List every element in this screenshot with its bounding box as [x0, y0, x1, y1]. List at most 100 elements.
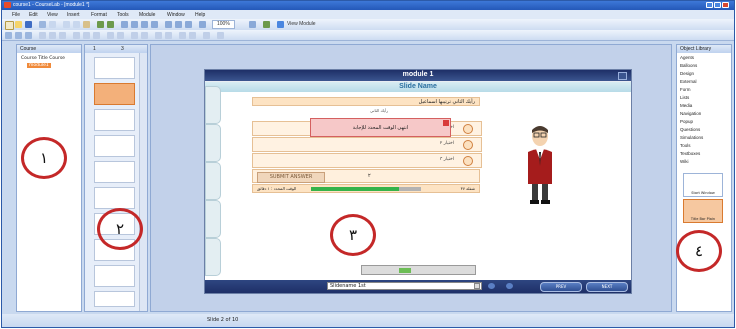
group-icon[interactable] [131, 32, 138, 39]
answer-option[interactable]: اختيار ٢ [252, 137, 482, 152]
menu-window[interactable]: Window [167, 12, 185, 18]
align-left-icon[interactable] [73, 32, 80, 39]
paste-icon[interactable] [83, 21, 90, 28]
side-tab[interactable] [205, 238, 221, 276]
side-tab[interactable] [205, 162, 221, 200]
frame-icon[interactable] [185, 21, 192, 28]
library-item[interactable]: Textboxes [680, 151, 700, 156]
object-icon[interactable] [151, 21, 158, 28]
bold-icon[interactable] [39, 32, 46, 39]
copy-icon[interactable] [73, 21, 80, 28]
library-item[interactable]: Form [680, 87, 691, 92]
library-item[interactable]: Popup [680, 119, 693, 124]
table-icon[interactable] [165, 21, 172, 28]
side-tab[interactable] [205, 200, 221, 238]
library-item[interactable]: Simulations [680, 135, 703, 140]
view-module-button[interactable]: View Module [287, 21, 316, 27]
slide-thumb[interactable] [94, 57, 135, 79]
close-button[interactable] [722, 2, 729, 8]
navigation-control[interactable] [361, 265, 476, 275]
module-close-icon[interactable] [618, 72, 627, 80]
course-tree-root[interactable]: Course Title Course [21, 56, 65, 61]
layer-icon[interactable] [141, 21, 148, 28]
new-icon[interactable] [5, 21, 14, 30]
ungroup-icon[interactable] [141, 32, 148, 39]
open-icon[interactable] [15, 21, 22, 28]
actions-icon[interactable] [189, 32, 196, 39]
properties-icon[interactable] [203, 32, 210, 39]
slides-tab-2[interactable]: 3 [121, 45, 124, 53]
side-tab[interactable] [205, 124, 221, 162]
slide-thumb[interactable] [94, 135, 135, 157]
cut-icon[interactable] [63, 21, 70, 28]
underline-icon[interactable] [59, 32, 66, 39]
course-tree-module[interactable]: module1 [27, 63, 51, 68]
slide-thumb[interactable] [94, 187, 135, 209]
more-icon[interactable] [217, 32, 224, 39]
zoom-icon[interactable] [199, 21, 206, 28]
slide-thumb[interactable] [94, 291, 135, 307]
timeline-icon[interactable] [179, 32, 186, 39]
submit-answer-button[interactable]: SUBMIT ANSWER [257, 172, 325, 183]
fit-icon[interactable] [249, 21, 256, 28]
popup-close-icon[interactable] [443, 120, 449, 126]
radio-icon[interactable] [463, 140, 473, 150]
view-module-icon[interactable] [277, 21, 284, 28]
slide-thumb[interactable] [94, 161, 135, 183]
library-item[interactable]: Design [680, 71, 694, 76]
slides-scrollbar[interactable] [139, 53, 147, 311]
library-item[interactable]: Agents [680, 55, 694, 60]
minimize-button[interactable] [706, 2, 713, 8]
next-button[interactable]: NEXT [586, 282, 628, 292]
run-icon[interactable] [263, 21, 270, 28]
prev-button[interactable]: PREV [540, 282, 582, 292]
lock-icon[interactable] [165, 32, 172, 39]
send-back-icon[interactable] [117, 32, 124, 39]
bring-front-icon[interactable] [107, 32, 114, 39]
text-tool-icon[interactable] [15, 32, 22, 39]
align-right-icon[interactable] [93, 32, 100, 39]
slide-thumb[interactable] [94, 265, 135, 287]
help-icon[interactable] [506, 283, 513, 289]
library-item[interactable]: Questions [680, 127, 700, 132]
shape-tool-icon[interactable] [25, 32, 32, 39]
library-item[interactable]: Media [680, 103, 692, 108]
library-thumb-selected[interactable]: Title Bar Plain [683, 199, 723, 223]
radio-icon[interactable] [463, 156, 473, 166]
library-item[interactable]: Wiki [680, 159, 689, 164]
align-center-icon[interactable] [83, 32, 90, 39]
menu-edit[interactable]: Edit [29, 12, 38, 18]
menu-module[interactable]: Module [139, 12, 155, 18]
library-item[interactable]: External [680, 79, 697, 84]
distribute-icon[interactable] [155, 32, 162, 39]
save-icon[interactable] [25, 21, 32, 28]
slides-tab-1[interactable]: 1 [93, 45, 96, 53]
zoom-select[interactable]: 100% [212, 20, 235, 29]
answer-option[interactable]: اختيار ٣ [252, 153, 482, 168]
grid-icon[interactable] [121, 21, 128, 28]
library-item[interactable]: Balloons [680, 63, 697, 68]
print-icon[interactable] [39, 21, 46, 28]
library-item[interactable]: Navigation [680, 111, 701, 116]
select-tool-icon[interactable] [5, 32, 12, 39]
italic-icon[interactable] [49, 32, 56, 39]
library-item[interactable]: Tools [680, 143, 691, 148]
slide-thumb[interactable] [94, 109, 135, 131]
side-tab[interactable] [205, 86, 221, 124]
library-item[interactable]: Lists [680, 95, 689, 100]
menu-help[interactable]: Help [195, 12, 205, 18]
align-icon[interactable] [131, 21, 138, 28]
undo-icon[interactable] [97, 21, 104, 28]
slide-selector[interactable]: Slidename 1st [327, 282, 482, 290]
menu-tools[interactable]: Tools [117, 12, 129, 18]
redo-icon[interactable] [107, 21, 114, 28]
menu-format[interactable]: Format [91, 12, 107, 18]
image-icon[interactable] [175, 21, 182, 28]
radio-icon[interactable] [463, 124, 473, 134]
audio-icon[interactable] [488, 283, 495, 289]
menu-insert[interactable]: Insert [67, 12, 80, 18]
preview-icon[interactable] [49, 21, 56, 28]
menu-file[interactable]: File [12, 12, 20, 18]
library-thumb[interactable]: Start Window [683, 173, 723, 197]
slide-thumb-selected[interactable] [94, 83, 135, 105]
